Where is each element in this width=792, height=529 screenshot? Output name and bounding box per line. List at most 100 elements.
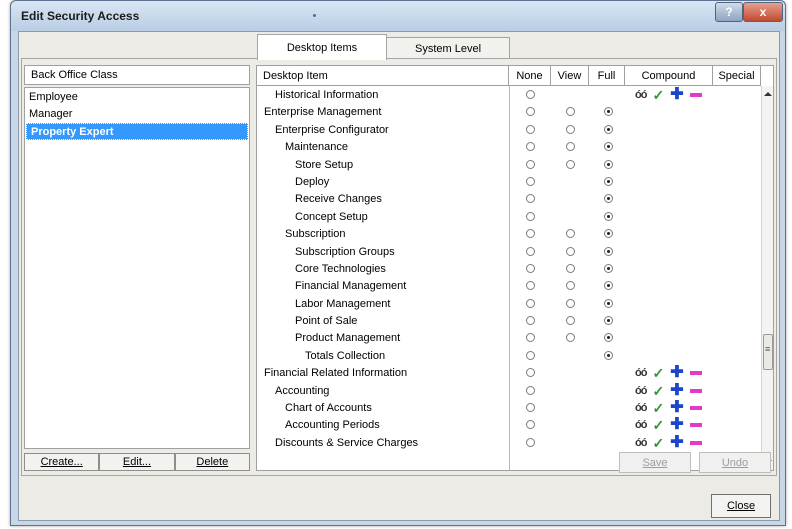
minus-icon[interactable] [689,440,702,445]
full-radio[interactable] [604,159,613,169]
none-radio[interactable] [526,385,535,395]
full-radio[interactable] [604,263,613,273]
none-radio[interactable] [526,350,535,360]
none-radio[interactable] [526,159,535,169]
full-radio[interactable] [604,124,613,134]
plus-icon[interactable]: ✚ [670,87,683,103]
back-office-class-header[interactable]: Back Office Class [24,65,250,85]
none-radio[interactable] [526,142,535,152]
table-row[interactable]: Subscription [257,226,761,243]
table-row[interactable]: Maintenance [257,139,761,156]
scroll-thumb[interactable] [763,334,773,370]
none-radio[interactable] [526,246,535,256]
table-row[interactable]: Chart of Accounts óó ✓ ✚ [257,400,761,417]
none-radio[interactable] [526,211,535,221]
view-radio[interactable] [566,298,575,308]
full-radio[interactable] [604,246,613,256]
header-view[interactable]: View [551,66,589,86]
check-icon[interactable]: ✓ [652,418,664,432]
full-radio[interactable] [604,350,613,360]
minus-icon[interactable] [689,406,702,411]
minus-icon[interactable] [689,388,702,393]
none-radio[interactable] [526,403,535,413]
view-radio[interactable] [566,333,575,343]
table-row[interactable]: Enterprise Management [257,104,761,121]
glasses-icon[interactable]: óó [635,385,647,397]
back-office-class-list[interactable]: Employee Manager Property Expert [24,87,250,449]
none-radio[interactable] [526,298,535,308]
full-radio[interactable] [604,107,613,117]
view-radio[interactable] [566,159,575,169]
table-row[interactable]: Product Management [257,330,761,347]
table-row[interactable]: Accounting Periods óó ✓ ✚ [257,417,761,434]
glasses-icon[interactable]: óó [635,437,647,449]
full-radio[interactable] [604,194,613,204]
minus-icon[interactable] [689,371,702,376]
table-row[interactable]: Core Technologies [257,261,761,278]
desktop-item-grid[interactable]: Desktop Item None View Full Compound Spe… [256,65,774,471]
view-radio[interactable] [566,107,575,117]
undo-button[interactable]: Undo [699,452,771,473]
none-radio[interactable] [526,229,535,239]
full-radio[interactable] [604,281,613,291]
none-radio[interactable] [526,176,535,186]
help-button[interactable]: ? [715,2,743,22]
tab-desktop-items[interactable]: Desktop Items [257,34,387,60]
table-row[interactable]: Concept Setup [257,209,761,226]
view-radio[interactable] [566,124,575,134]
none-radio[interactable] [526,124,535,134]
none-radio[interactable] [526,90,535,99]
table-row[interactable]: Accounting óó ✓ ✚ [257,382,761,400]
plus-icon[interactable]: ✚ [670,434,683,450]
glasses-icon[interactable]: óó [635,367,647,379]
none-radio[interactable] [526,316,535,326]
table-row[interactable]: Store Setup [257,157,761,174]
view-radio[interactable] [566,246,575,256]
none-radio[interactable] [526,333,535,343]
table-row[interactable]: Receive Changes [257,191,761,208]
full-radio[interactable] [604,298,613,308]
list-item-manager[interactable]: Manager [25,106,249,123]
view-radio[interactable] [566,281,575,291]
table-row[interactable]: Labor Management [257,296,761,313]
window-close-button[interactable]: x [743,2,783,22]
table-row[interactable]: Enterprise Configurator [257,122,761,139]
full-radio[interactable] [604,176,613,186]
vertical-scrollbar[interactable] [761,86,773,470]
full-radio[interactable] [604,211,613,221]
full-radio[interactable] [604,229,613,239]
full-radio[interactable] [604,142,613,152]
none-radio[interactable] [526,194,535,204]
header-special[interactable]: Special [713,66,761,86]
check-icon[interactable]: ✓ [652,401,664,415]
full-radio[interactable] [604,333,613,343]
none-radio[interactable] [526,281,535,291]
save-button[interactable]: Save [619,452,691,473]
glasses-icon[interactable]: óó [635,89,647,101]
none-radio[interactable] [526,437,535,447]
minus-icon[interactable] [689,423,702,428]
none-radio[interactable] [526,263,535,273]
create-button[interactable]: Create... [24,453,100,471]
plus-icon[interactable]: ✚ [670,417,683,433]
close-button[interactable]: Close [711,494,771,518]
plus-icon[interactable]: ✚ [670,400,683,416]
header-full[interactable]: Full [589,66,625,86]
table-row[interactable]: Discounts & Service Charges óó ✓ ✚ [257,434,761,452]
glasses-icon[interactable]: óó [635,402,647,414]
list-item-employee[interactable]: Employee [25,89,249,106]
edit-button[interactable]: Edit... [99,453,175,471]
none-radio[interactable] [526,107,535,117]
header-desktop-item[interactable]: Desktop Item [257,66,509,86]
none-radio[interactable] [526,368,535,378]
title-bar[interactable]: Edit Security Access ? x [11,1,785,31]
minus-icon[interactable] [689,93,702,97]
table-row[interactable]: Totals Collection [257,348,761,365]
none-radio[interactable] [526,420,535,430]
header-compound[interactable]: Compound [625,66,713,86]
plus-icon[interactable]: ✚ [670,365,683,381]
check-icon[interactable]: ✓ [652,88,664,102]
scroll-up-icon[interactable] [764,92,772,96]
delete-button[interactable]: Delete [174,453,250,471]
table-row[interactable]: Financial Related Information óó ✓ ✚ [257,365,761,382]
